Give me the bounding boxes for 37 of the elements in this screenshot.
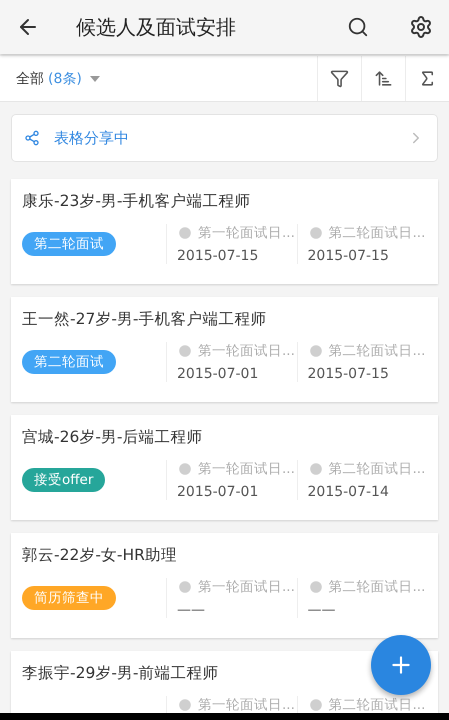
field-label: 第一轮面试日...	[198, 342, 295, 360]
field-label: 第一轮面试日...	[198, 460, 295, 478]
candidate-title: 李振宇-29岁-男-前端工程师	[22, 663, 219, 684]
status-tag: 接受offer	[22, 468, 106, 492]
status-tag: 第二轮面试	[22, 232, 116, 256]
status-tag: 简历筛查中	[22, 586, 116, 610]
field-label: 第一轮面试日...	[198, 224, 295, 242]
candidate-card[interactable]: 李振宇-29岁-男-前端工程师 第一轮面试日... 第二轮面试日...	[11, 651, 438, 713]
date-value: 2015-07-15	[177, 248, 260, 264]
page-title: 候选人及面试安排	[76, 14, 237, 40]
record-count: (8条)	[48, 70, 82, 88]
share-banner[interactable]: 表格分享中	[11, 114, 438, 162]
scope-dropdown[interactable]: 全部 (8条)	[0, 56, 317, 101]
field-label: 第二轮面试日...	[328, 578, 426, 596]
field-label: 第二轮面试日...	[328, 460, 426, 478]
date-value: ——	[177, 602, 206, 618]
candidate-title: 郭云-22岁-女-HR助理	[22, 545, 177, 566]
candidate-card[interactable]: 宫城-26岁-男-后端工程师 接受offer 第一轮面试日... 2015-07-01 第二轮面试日... 2015-07-14	[11, 415, 438, 520]
field-label: 第一轮面试日...	[198, 696, 295, 713]
date-value: ——	[308, 602, 336, 618]
date-value: 2015-07-01	[177, 484, 260, 500]
scope-label: 全部	[16, 70, 44, 88]
field-label: 第二轮面试日...	[328, 696, 426, 713]
candidate-card[interactable]: 郭云-22岁-女-HR助理 简历筛查中 第一轮面试日... —— 第二轮面试日... ——	[11, 533, 438, 638]
candidate-card[interactable]: 康乐-23岁-男-手机客户端工程师 第二轮面试 第一轮面试日... 2015-07-15 第二轮面试日... 2015-07-15	[11, 179, 438, 284]
status-tag: 第二轮面试	[22, 350, 116, 374]
field-label: 第二轮面试日...	[328, 224, 426, 242]
candidate-title: 王一然-27岁-男-手机客户端工程师	[22, 309, 267, 330]
field-label: 第二轮面试日...	[328, 342, 426, 360]
date-value: 2015-07-01	[177, 366, 260, 382]
date-value: 2015-07-15	[308, 366, 390, 382]
candidate-title: 康乐-23岁-男-手机客户端工程师	[22, 191, 251, 212]
field-label: 第一轮面试日...	[198, 578, 295, 596]
date-value: 2015-07-15	[308, 248, 390, 264]
date-value: 2015-07-14	[308, 484, 390, 500]
candidate-title: 宫城-26岁-男-后端工程师	[22, 427, 203, 448]
candidate-card[interactable]: 王一然-27岁-男-手机客户端工程师 第二轮面试 第一轮面试日... 2015-07-01 第二轮面试日... 2015-07-15	[11, 297, 438, 402]
